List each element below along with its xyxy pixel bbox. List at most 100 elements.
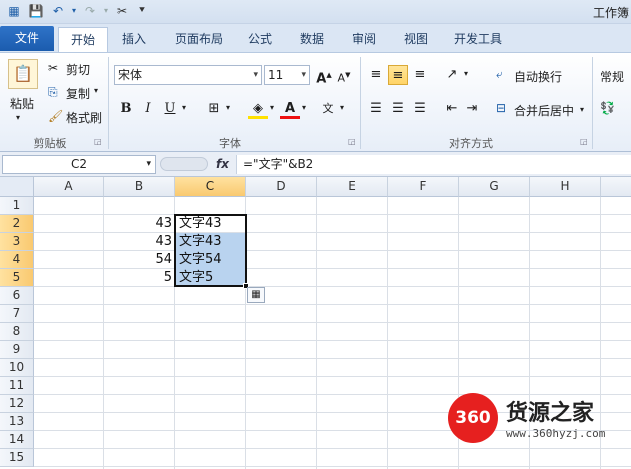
row-header-5[interactable]: 5 [0,269,34,287]
decrease-indent-icon[interactable]: ⇤ [442,99,462,119]
merge-center-button[interactable]: 合并后居中 [514,102,574,119]
merge-dropdown-icon[interactable]: ▾ [580,105,584,114]
row-header-3[interactable]: 3 [0,233,34,251]
undo-dropdown-icon[interactable]: ▾ [66,3,82,19]
format-painter-button[interactable]: 格式刷 [66,109,102,126]
column-header-b[interactable]: B [104,177,175,197]
font-name-select[interactable]: 宋体 ▾ [114,65,262,85]
shrink-font-icon[interactable]: A▼ [334,65,354,85]
orientation-icon[interactable]: ↗ [442,65,462,85]
tab-formulas[interactable]: 公式 [240,27,280,52]
tab-developer[interactable]: 开发工具 [446,27,510,52]
row-header-12[interactable]: 12 [0,395,34,413]
tab-view[interactable]: 视图 [396,27,436,52]
italic-button[interactable]: I [138,99,158,119]
redo-dropdown-icon[interactable]: ▾ [98,3,114,19]
row-header-11[interactable]: 11 [0,377,34,395]
format-painter-icon[interactable]: ✂ [114,3,130,19]
row-header-13[interactable]: 13 [0,413,34,431]
tab-insert[interactable]: 插入 [112,27,156,52]
font-launcher-icon[interactable]: ◲ [348,137,356,146]
copy-dropdown-icon[interactable]: ▾ [94,86,98,95]
tab-page-layout[interactable]: 页面布局 [166,27,232,52]
align-center-icon[interactable]: ☰ [388,99,408,119]
align-right-icon[interactable]: ☰ [410,99,430,119]
align-middle-icon[interactable]: ≡ [388,65,408,85]
paste-icon[interactable]: 📋 [8,59,38,89]
cut-button[interactable]: 剪切 [66,61,90,78]
row-header-14[interactable]: 14 [0,431,34,449]
row-header-4[interactable]: 4 [0,251,34,269]
font-color-icon[interactable]: A [280,99,300,119]
column-header-h[interactable]: H [530,177,601,197]
column-header-e[interactable]: E [317,177,388,197]
tab-review[interactable]: 审阅 [344,27,384,52]
paste-dropdown-icon[interactable]: ▾ [16,113,20,122]
column-header-c[interactable]: C [175,177,246,197]
grow-font-icon[interactable]: A▲ [314,65,334,86]
formula-input[interactable]: ="文字"&B2 [236,155,631,174]
cell-b2[interactable]: 43 [104,215,174,233]
tab-file[interactable]: 文件 [0,26,54,51]
row-header-6[interactable]: 6 [0,287,34,305]
paste-button[interactable]: 粘贴 [10,95,34,112]
border-dropdown-icon[interactable]: ▾ [226,103,230,112]
column-header-f[interactable]: F [388,177,459,197]
watermark-name: 货源之家 [506,401,595,426]
gridline [316,197,317,469]
cell-b3[interactable]: 43 [104,233,174,251]
cell-b5[interactable]: 5 [104,269,174,287]
formula-bar-splitter[interactable] [160,157,208,171]
save-icon[interactable]: 💾 [28,3,44,19]
undo-icon[interactable]: ↶ [50,3,66,19]
align-top-icon[interactable]: ≡ [366,65,386,85]
underline-button[interactable]: U [160,99,180,119]
column-header-d[interactable]: D [246,177,317,197]
column-header-g[interactable]: G [459,177,530,197]
fill-color-icon[interactable]: ◈ [248,99,268,119]
row-header-2[interactable]: 2 [0,215,34,233]
orientation-dropdown-icon[interactable]: ▾ [464,69,468,78]
alignment-group-label: 对齐方式 [449,137,493,150]
underline-dropdown-icon[interactable]: ▾ [182,103,186,112]
redo-icon[interactable]: ↷ [82,3,98,19]
select-all-corner[interactable] [0,177,34,197]
column-header-partial[interactable] [601,177,631,197]
phonetic-guide-icon[interactable]: 文 [318,99,338,119]
wrap-text-button[interactable]: 自动换行 [514,68,562,85]
auto-fill-options-icon[interactable]: ▦ [247,287,265,303]
cut-icon[interactable]: ✂ [48,61,58,75]
cell-b4[interactable]: 54 [104,251,174,269]
font-size-select[interactable]: 11 ▾ [264,65,310,85]
fill-color-dropdown-icon[interactable]: ▾ [270,103,274,112]
increase-indent-icon[interactable]: ⇥ [462,99,482,119]
row-header-7[interactable]: 7 [0,305,34,323]
merge-center-icon[interactable]: ⊟ [496,101,506,115]
wrap-text-icon[interactable]: ⤶ [496,67,503,82]
insert-function-icon[interactable]: fx [216,157,229,171]
excel-app-icon[interactable]: ▦ [6,3,22,19]
tab-home[interactable]: 开始 [58,27,108,52]
row-header-1[interactable]: 1 [0,197,34,215]
row-header-8[interactable]: 8 [0,323,34,341]
phonetic-dropdown-icon[interactable]: ▾ [340,103,344,112]
name-box[interactable]: C2 ▾ [2,155,156,174]
copy-icon[interactable]: ⎘ [48,85,58,100]
format-painter-brush-icon[interactable]: 🖌 [48,109,63,123]
tab-data[interactable]: 数据 [292,27,332,52]
align-bottom-icon[interactable]: ≡ [410,65,430,85]
column-header-a[interactable]: A [34,177,104,197]
font-color-dropdown-icon[interactable]: ▾ [302,103,306,112]
customize-toolbar-icon[interactable]: ⯆ [134,3,150,19]
row-header-9[interactable]: 9 [0,341,34,359]
accounting-format-icon[interactable]: 💱 [600,101,615,115]
row-header-10[interactable]: 10 [0,359,34,377]
align-left-icon[interactable]: ☰ [366,99,386,119]
row-header-15[interactable]: 15 [0,449,34,467]
number-format-select[interactable]: 常规 [600,68,624,85]
alignment-launcher-icon[interactable]: ◲ [580,137,588,146]
border-icon[interactable]: ⊞ [204,99,224,119]
bold-button[interactable]: B [116,99,136,119]
clipboard-launcher-icon[interactable]: ◲ [94,137,102,146]
copy-button[interactable]: 复制 [66,85,90,102]
